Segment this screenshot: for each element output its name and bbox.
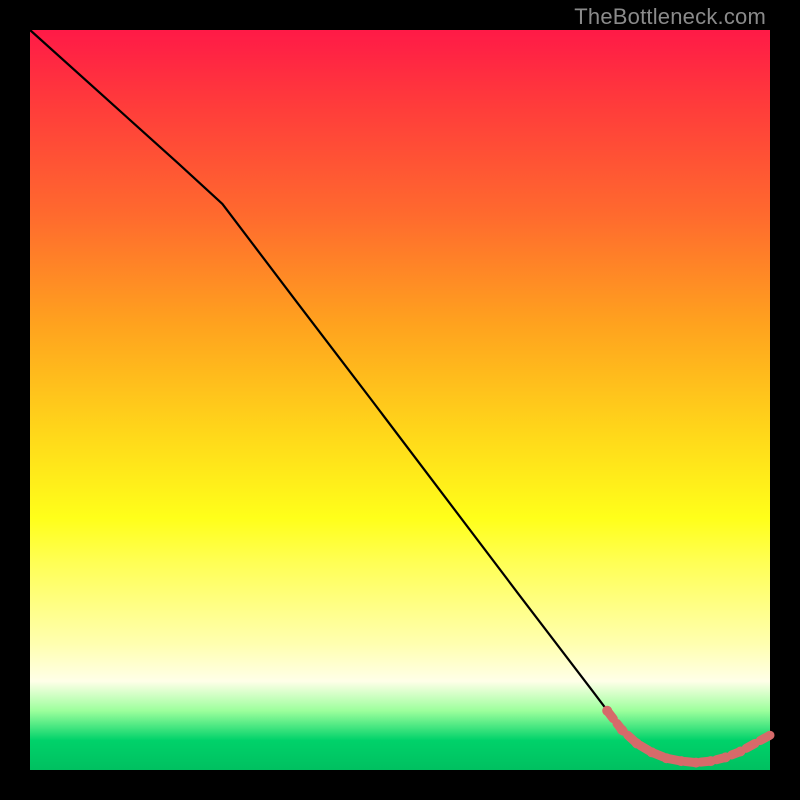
watermark-text: TheBottleneck.com bbox=[574, 4, 766, 30]
chart-svg bbox=[30, 30, 770, 770]
chart-frame: TheBottleneck.com bbox=[0, 0, 800, 800]
marker-group bbox=[603, 706, 774, 767]
bottleneck-curve bbox=[30, 30, 770, 763]
